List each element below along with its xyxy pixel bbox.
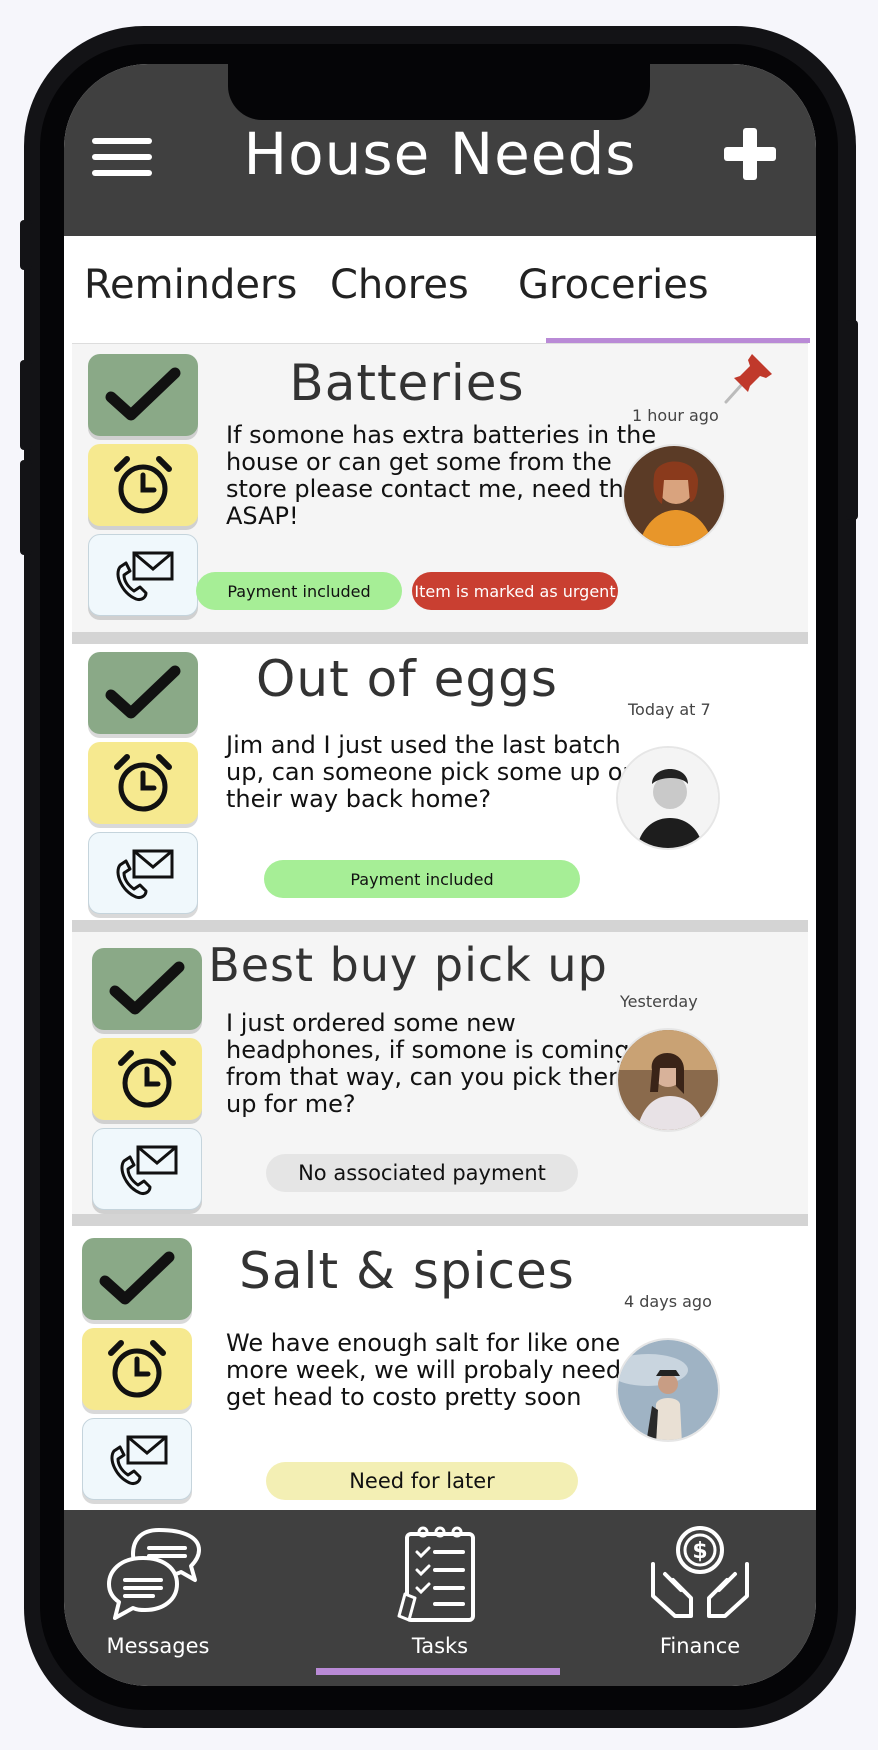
- card-body: Jim and I just used the last batch up, c…: [226, 731, 638, 813]
- clipboard-checklist-icon: [397, 1526, 475, 1622]
- alarm-clock-icon: [114, 754, 172, 812]
- nav-finance[interactable]: $ Finance: [610, 1524, 790, 1658]
- avatar: [616, 746, 720, 850]
- add-item-button[interactable]: [720, 124, 780, 184]
- phone-mail-icon: [110, 1435, 168, 1485]
- app-screen: House Needs Reminders Chores Groceries B…: [64, 64, 816, 1686]
- contact-button[interactable]: [82, 1418, 192, 1500]
- card-body: If somone has extra batteries in the hou…: [226, 421, 662, 530]
- contact-button[interactable]: [88, 832, 198, 914]
- phone-side-button: [20, 220, 32, 270]
- nav-label: Tasks: [411, 1634, 469, 1658]
- tag-urgent: Item is marked as urgent: [412, 572, 618, 610]
- user-photo: [618, 748, 718, 848]
- phone-notch: [228, 62, 650, 120]
- nav-messages[interactable]: Messages: [68, 1524, 248, 1658]
- contact-button[interactable]: [92, 1128, 202, 1210]
- card-title: Batteries: [289, 354, 525, 412]
- checkmark-icon: [105, 367, 181, 421]
- phone-side-button: [20, 460, 32, 555]
- list-item[interactable]: Batteries 1 hour ago If somone has extra…: [72, 344, 808, 644]
- nav-label: Messages: [106, 1634, 210, 1658]
- tag-payment: Payment included: [196, 572, 402, 610]
- grocery-list: Batteries 1 hour ago If somone has extra…: [72, 344, 808, 1510]
- avatar: [616, 1028, 720, 1132]
- tab-groceries[interactable]: Groceries: [518, 262, 709, 308]
- checkmark-icon: [99, 1251, 175, 1305]
- tag-payment: Payment included: [264, 860, 580, 898]
- phone-mail-icon: [120, 1145, 178, 1195]
- remind-button[interactable]: [88, 444, 198, 526]
- phone-mail-icon: [116, 551, 174, 601]
- bottom-navigation: Messages Tasks $ Finance: [64, 1510, 816, 1686]
- remind-button[interactable]: [82, 1328, 192, 1410]
- alarm-clock-icon: [108, 1340, 166, 1398]
- tag-payment: No associated payment: [266, 1154, 578, 1192]
- phone-side-button: [846, 320, 858, 520]
- mark-done-button[interactable]: [88, 652, 198, 734]
- contact-button[interactable]: [88, 534, 198, 616]
- timestamp: Today at 7: [628, 700, 711, 719]
- card-title: Out of eggs: [256, 650, 558, 708]
- hands-coin-icon: $: [651, 1526, 749, 1618]
- list-item[interactable]: Best buy pick up Yesterday I just ordere…: [72, 932, 808, 1226]
- phone-side-button: [20, 360, 32, 450]
- list-item[interactable]: Out of eggs Today at 7 Jim and I just us…: [72, 644, 808, 932]
- category-tabs: Reminders Chores Groceries: [72, 236, 810, 344]
- active-tab-indicator: [546, 338, 810, 343]
- remind-button[interactable]: [88, 742, 198, 824]
- card-body: I just ordered some new headphones, if s…: [226, 1009, 632, 1118]
- svg-text:$: $: [692, 1539, 707, 1564]
- mark-done-button[interactable]: [82, 1238, 192, 1320]
- checkmark-icon: [105, 665, 181, 719]
- alarm-clock-icon: [118, 1050, 176, 1108]
- tab-chores[interactable]: Chores: [330, 262, 469, 308]
- tab-reminders[interactable]: Reminders: [84, 262, 297, 308]
- card-title: Salt & spices: [239, 1242, 575, 1300]
- checkmark-icon: [109, 961, 185, 1015]
- timestamp: Yesterday: [620, 992, 698, 1011]
- alarm-clock-icon: [114, 456, 172, 514]
- list-item[interactable]: Salt & spices 4 days ago We have enough …: [72, 1226, 808, 1510]
- nav-label: Finance: [659, 1634, 741, 1658]
- chat-bubbles-icon: [107, 1528, 201, 1620]
- mark-done-button[interactable]: [88, 354, 198, 436]
- user-photo: [618, 1030, 718, 1130]
- user-photo: [618, 1340, 718, 1440]
- avatar: [616, 1338, 720, 1442]
- tag-need-later: Need for later: [266, 1462, 578, 1500]
- timestamp: 4 days ago: [624, 1292, 712, 1311]
- user-photo: [624, 446, 724, 546]
- pin-icon: [724, 354, 772, 404]
- nav-tasks[interactable]: Tasks: [350, 1524, 530, 1658]
- card-title: Best buy pick up: [208, 938, 608, 992]
- mark-done-button[interactable]: [92, 948, 202, 1030]
- avatar: [622, 444, 726, 548]
- remind-button[interactable]: [92, 1038, 202, 1120]
- active-nav-indicator: [316, 1668, 560, 1675]
- phone-mail-icon: [116, 849, 174, 899]
- page-title: House Needs: [243, 120, 637, 188]
- card-body: We have enough salt for like one more we…: [226, 1329, 653, 1411]
